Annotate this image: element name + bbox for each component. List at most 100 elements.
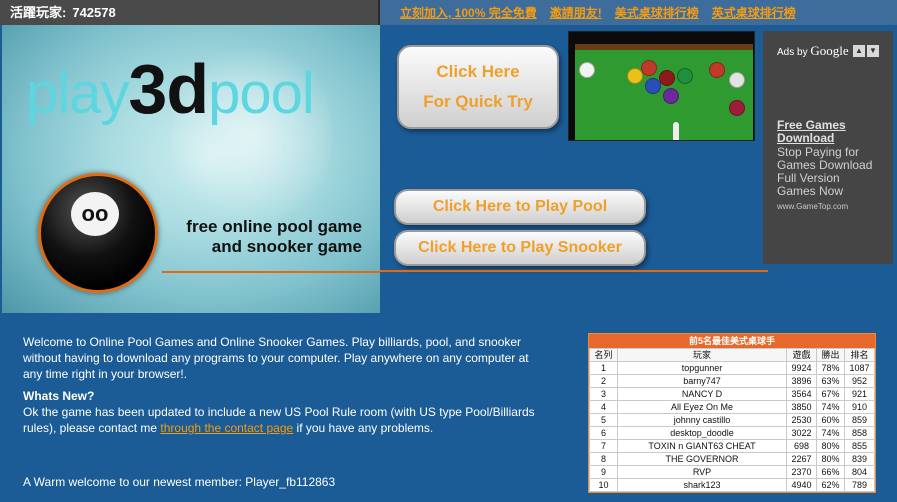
table-cell: 80%: [816, 452, 845, 466]
online-players-counter: 活躍玩家: 742578: [0, 0, 378, 25]
table-cell: 952: [844, 374, 875, 388]
table-cell: 2267: [786, 452, 817, 466]
eight-ball-icon: oo: [38, 173, 158, 293]
table-row: 1 topgunner 9924 78% 1087: [589, 361, 875, 375]
ad-url[interactable]: www.GameTop.com: [777, 202, 879, 211]
contact-page-link[interactable]: through the contact page: [160, 421, 293, 435]
pool-ball-icon: [729, 72, 745, 88]
table-cell: 60%: [816, 413, 845, 427]
newest-member-text: A Warm welcome to our newest member: Pla…: [23, 475, 336, 489]
table-cell: 3: [589, 387, 618, 401]
table-cell: 858: [844, 426, 875, 440]
cue-ball-icon: [579, 62, 595, 78]
table-cell: 2530: [786, 413, 817, 427]
ad-title-link[interactable]: Free Games Download: [777, 119, 879, 145]
hero-divider: [162, 271, 380, 273]
table-cell: 5: [589, 413, 618, 427]
table-cell: 910: [844, 400, 875, 414]
join-free-link[interactable]: 立刻加入, 100% 完全免費: [400, 4, 537, 21]
table-cell: 10: [589, 478, 618, 492]
play-snooker-button[interactable]: Click Here to Play Snooker: [394, 230, 646, 266]
ad-body: Stop Paying for Games Download Full Vers…: [777, 145, 873, 198]
pool-table-screenshot[interactable]: [568, 31, 755, 141]
section-divider: [380, 270, 768, 272]
site-logo: play3dpool: [26, 50, 315, 128]
table-cell: 804: [844, 465, 875, 479]
online-players-label: 活躍玩家:: [10, 5, 67, 20]
pool-ball-icon: [677, 68, 693, 84]
table-cell: 4: [589, 400, 618, 414]
online-players-count: 742578: [72, 5, 116, 20]
column-header: 玩家: [617, 348, 787, 362]
table-cell: 921: [844, 387, 875, 401]
table-cell[interactable]: topgunner: [617, 361, 787, 375]
ranking-title: 前5名最佳美式桌球手: [589, 334, 875, 348]
pool-ball-icon: [709, 62, 725, 78]
invite-friends-link[interactable]: 邀請朋友!: [550, 4, 602, 21]
table-header-row: 名列 玩家 遊戲 勝出 排名: [589, 348, 875, 362]
table-row: 5 johnny castillo 2530 60% 859: [589, 413, 875, 427]
table-cell: 80%: [816, 439, 845, 453]
table-cell: 74%: [816, 426, 845, 440]
table-cell: 8: [589, 452, 618, 466]
table-cell: 3022: [786, 426, 817, 440]
uk-pool-ranking-link[interactable]: 英式桌球排行榜: [712, 4, 796, 21]
table-cell: 698: [786, 439, 817, 453]
table-cell: 1087: [844, 361, 875, 375]
table-cell: 3896: [786, 374, 817, 388]
table-cell: 855: [844, 439, 875, 453]
table-cell[interactable]: All Eyez On Me: [617, 400, 787, 414]
play-pool-button[interactable]: Click Here to Play Pool: [394, 189, 646, 225]
table-cell: 62%: [816, 478, 845, 492]
whats-new-section: Whats New? Ok the game has been updated …: [23, 388, 563, 436]
hero-tagline: free online pool game and snooker game: [186, 217, 362, 256]
pool-ball-icon: [729, 100, 745, 116]
google-logo: Google: [810, 43, 849, 58]
table-cell[interactable]: shark123: [617, 478, 787, 492]
pool-ball-icon: [659, 70, 675, 86]
table-cell[interactable]: TOXIN n GIANT63 CHEAT: [617, 439, 787, 453]
table-cell: 2370: [786, 465, 817, 479]
ad-up-arrow-icon[interactable]: ▲: [853, 45, 865, 57]
table-cell: 3850: [786, 400, 817, 414]
column-header: 遊戲: [786, 348, 817, 362]
table-row: 2 barny747 3896 63% 952: [589, 374, 875, 388]
column-header: 排名: [844, 348, 875, 362]
table-row: 8 THE GOVERNOR 2267 80% 839: [589, 452, 875, 466]
table-row: 6 desktop_doodle 3022 74% 858: [589, 426, 875, 440]
hero-banner: play3dpool oo free online pool game and …: [2, 25, 380, 313]
quick-try-button[interactable]: Click Here For Quick Try: [397, 45, 559, 129]
table-cell: 2: [589, 374, 618, 388]
table-cell: 67%: [816, 387, 845, 401]
ad-down-arrow-icon[interactable]: ▼: [867, 45, 879, 57]
table-row: 9 RVP 2370 66% 804: [589, 465, 875, 479]
table-row: 4 All Eyez On Me 3850 74% 910: [589, 400, 875, 414]
table-cell: 9924: [786, 361, 817, 375]
table-cell: 789: [844, 478, 875, 492]
table-cell: 63%: [816, 374, 845, 388]
table-row: 10 shark123 4940 62% 789: [589, 478, 875, 492]
table-cell[interactable]: NANCY D: [617, 387, 787, 401]
whats-new-heading: Whats New?: [23, 389, 95, 403]
table-cell[interactable]: barny747: [617, 374, 787, 388]
ad-panel: Ads by Google ▲ ▼ Free Games Download St…: [763, 31, 893, 264]
table-cell: 839: [844, 452, 875, 466]
top-players-table: 前5名最佳美式桌球手 名列 玩家 遊戲 勝出 排名 1 topgunner 9924…: [588, 333, 876, 493]
column-header: 勝出: [816, 348, 845, 362]
table-cell[interactable]: THE GOVERNOR: [617, 452, 787, 466]
table-cell[interactable]: RVP: [617, 465, 787, 479]
table-cell: 78%: [816, 361, 845, 375]
pool-ball-icon: [663, 88, 679, 104]
table-row: 3 NANCY D 3564 67% 921: [589, 387, 875, 401]
table-row: 7 TOXIN n GIANT63 CHEAT 698 80% 855: [589, 439, 875, 453]
table-cell: 6: [589, 426, 618, 440]
table-cell[interactable]: johnny castillo: [617, 413, 787, 427]
table-cell: 859: [844, 413, 875, 427]
us-pool-ranking-link[interactable]: 美式桌球排行榜: [615, 4, 699, 21]
table-cell: 1: [589, 361, 618, 375]
table-cell: 9: [589, 465, 618, 479]
column-header: 名列: [589, 348, 618, 362]
table-cell: 66%: [816, 465, 845, 479]
table-cell[interactable]: desktop_doodle: [617, 426, 787, 440]
top-nav: 立刻加入, 100% 完全免費 邀請朋友! 美式桌球排行榜 英式桌球排行榜: [378, 0, 897, 25]
